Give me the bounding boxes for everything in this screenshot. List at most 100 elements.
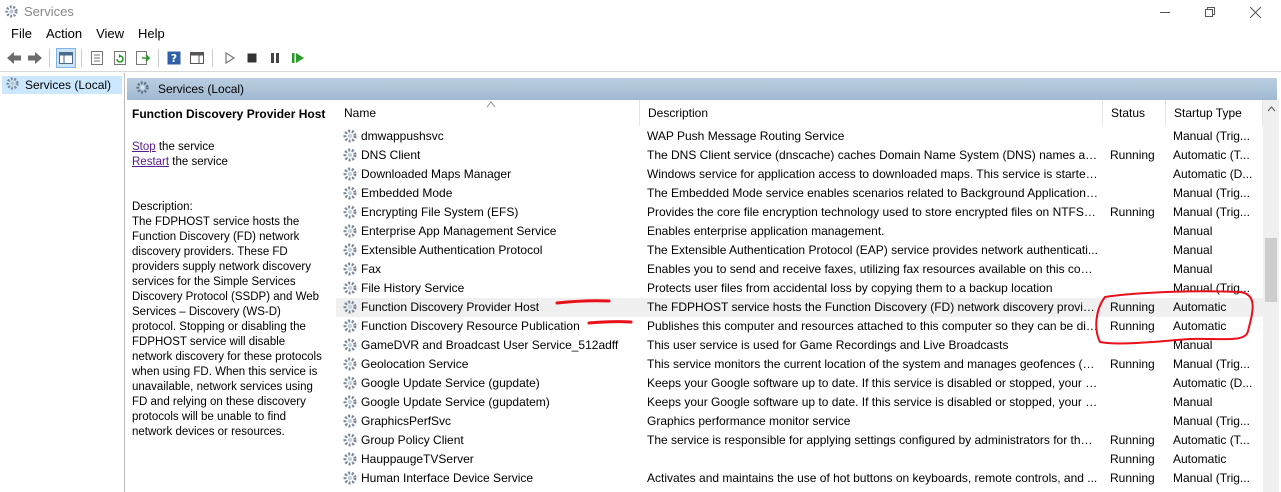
service-row[interactable]: File History Service Protects user files … <box>336 279 1263 298</box>
service-gear-icon <box>342 299 360 316</box>
service-startup-type-cell: Manual (Trig... <box>1173 357 1250 371</box>
show-action-pane-icon[interactable] <box>187 48 207 68</box>
service-startup-type-cell: Manual (Trig... <box>1173 281 1250 295</box>
stop-service-icon[interactable] <box>242 48 262 68</box>
column-header-status[interactable]: Status <box>1103 100 1166 126</box>
pause-service-icon[interactable] <box>265 48 285 68</box>
service-gear-icon <box>342 147 360 164</box>
tree-item-services-local[interactable]: Services (Local) <box>2 76 122 94</box>
service-status-cell <box>1110 260 1170 279</box>
service-name-cell: Function Discovery Provider Host <box>361 300 540 314</box>
service-row[interactable]: GameDVR and Broadcast User Service_512ad… <box>336 336 1263 355</box>
service-row[interactable]: DNS Client The DNS Client service (dnscac… <box>336 146 1263 165</box>
restart-service-link[interactable]: Restart <box>132 156 169 168</box>
service-status-cell <box>1110 336 1170 355</box>
service-gear-icon <box>342 204 360 221</box>
service-description-cell: The service is responsible for applying … <box>647 433 1099 447</box>
sort-ascending-icon <box>486 100 496 110</box>
properties-sheet-icon[interactable] <box>87 48 107 68</box>
show-hide-console-tree-icon[interactable] <box>56 48 76 68</box>
service-description-cell: Protects user files from accidental loss… <box>647 281 1053 295</box>
service-row[interactable]: Human Interface Device Service Activates … <box>336 469 1263 488</box>
service-name-cell: Encrypting File System (EFS) <box>361 205 519 219</box>
toolbar: ? <box>0 45 1281 72</box>
service-startup-type-cell: Manual <box>1173 224 1213 238</box>
column-header-description[interactable]: Description <box>640 100 1103 126</box>
service-row[interactable]: Embedded Mode The Embedded Mode service e… <box>336 184 1263 203</box>
service-gear-icon <box>342 166 360 183</box>
service-row[interactable]: Google Update Service (gupdatem) Keeps yo… <box>336 393 1263 412</box>
tree-item-label: Services (Local) <box>25 78 112 92</box>
service-gear-icon <box>342 375 360 392</box>
restart-service-icon[interactable] <box>288 48 308 68</box>
back-arrow-icon[interactable] <box>4 48 24 68</box>
refresh-icon[interactable] <box>110 48 130 68</box>
column-header-description-label: Description <box>648 106 709 120</box>
service-description-cell: The Embedded Mode service enables scenar… <box>647 186 1099 200</box>
service-startup-type-cell: Manual <box>1173 262 1213 276</box>
search-gear-icon <box>135 80 150 98</box>
service-row[interactable]: Function Discovery Provider Host The FDPH… <box>336 298 1263 317</box>
menu-help[interactable]: Help <box>131 24 172 44</box>
service-description-cell: The FDPHOST service hosts the Function D… <box>647 300 1099 314</box>
export-list-icon[interactable] <box>133 48 153 68</box>
service-name-cell: Group Policy Client <box>361 433 464 447</box>
service-name-cell: HauppaugeTVServer <box>361 452 474 466</box>
service-description-cell: Enables enterprise application managemen… <box>647 224 885 238</box>
description-text: The FDPHOST service hosts the Function D… <box>132 216 322 438</box>
column-header-startup-type[interactable]: Startup Type <box>1166 100 1263 126</box>
close-button[interactable] <box>1232 0 1278 24</box>
service-row[interactable]: Geolocation Service This service monitors… <box>336 355 1263 374</box>
service-gear-icon <box>342 337 360 354</box>
service-description-cell: Graphics performance monitor service <box>647 414 851 428</box>
service-row[interactable]: HauppaugeTVServer Running Automatic <box>336 450 1263 469</box>
column-header-name-label: Name <box>344 106 377 120</box>
menu-file[interactable]: File <box>4 24 39 44</box>
service-gear-icon <box>342 413 360 430</box>
service-row[interactable]: Group Policy Client The service is respon… <box>336 431 1263 450</box>
service-status-cell: Running <box>1110 319 1155 333</box>
service-row[interactable]: Encrypting File System (EFS) Provides the… <box>336 203 1263 222</box>
service-startup-type-cell: Automatic <box>1173 319 1227 333</box>
service-name-cell: Enterprise App Management Service <box>361 224 557 238</box>
service-gear-icon <box>342 223 360 240</box>
scrollbar-thumb[interactable] <box>1265 238 1277 302</box>
service-startup-type-cell: Automatic (D... <box>1173 167 1253 181</box>
service-name-cell: Human Interface Device Service <box>361 471 534 485</box>
service-row[interactable]: Function Discovery Resource Publication P… <box>336 317 1263 336</box>
restore-button[interactable] <box>1187 0 1233 24</box>
menu-action[interactable]: Action <box>39 24 89 44</box>
service-startup-type-cell: Automatic (D... <box>1173 376 1253 390</box>
service-row[interactable]: Extensible Authentication Protocol The Ex… <box>336 241 1263 260</box>
start-service-icon[interactable] <box>219 48 239 68</box>
help-icon[interactable]: ? <box>164 48 184 68</box>
scroll-up-arrow-icon[interactable] <box>1263 102 1279 116</box>
service-startup-type-cell: Manual (Trig... <box>1173 205 1250 219</box>
service-startup-type-cell: Manual <box>1173 338 1213 352</box>
service-gear-icon <box>342 394 360 411</box>
service-gear-icon <box>342 451 360 468</box>
service-startup-type-cell: Manual (Trig... <box>1173 414 1250 428</box>
service-row[interactable]: Google Update Service (gupdate) Keeps you… <box>336 374 1263 393</box>
service-status-cell: Running <box>1110 471 1155 485</box>
service-row[interactable]: GraphicsPerfSvc Graphics performance moni… <box>336 412 1263 431</box>
service-row[interactable]: Fax Enables you to send and receive faxes… <box>336 260 1263 279</box>
service-row[interactable]: Enterprise App Management Service Enables… <box>336 222 1263 241</box>
service-row[interactable]: dmwappushsvc WAP Push Message Routing Ser… <box>336 127 1263 146</box>
description-label: Description: <box>132 201 193 213</box>
service-name-cell: Fax <box>361 262 382 276</box>
service-status-cell <box>1110 165 1170 184</box>
forward-arrow-icon[interactable] <box>25 48 45 68</box>
service-description-cell: The DNS Client service (dnscache) caches… <box>647 148 1099 162</box>
vertical-scrollbar[interactable] <box>1263 100 1279 492</box>
service-status-cell: Running <box>1110 452 1155 466</box>
service-status-cell: Running <box>1110 357 1155 371</box>
window-title: Services <box>24 4 74 19</box>
service-startup-type-cell: Automatic (T... <box>1173 433 1250 447</box>
menu-view[interactable]: View <box>89 24 131 44</box>
service-row[interactable]: Downloaded Maps Manager Windows service f… <box>336 165 1263 184</box>
service-gear-icon <box>342 261 360 278</box>
service-status-cell <box>1110 393 1170 412</box>
minimize-button[interactable] <box>1142 0 1188 24</box>
stop-service-link[interactable]: Stop <box>132 141 156 153</box>
